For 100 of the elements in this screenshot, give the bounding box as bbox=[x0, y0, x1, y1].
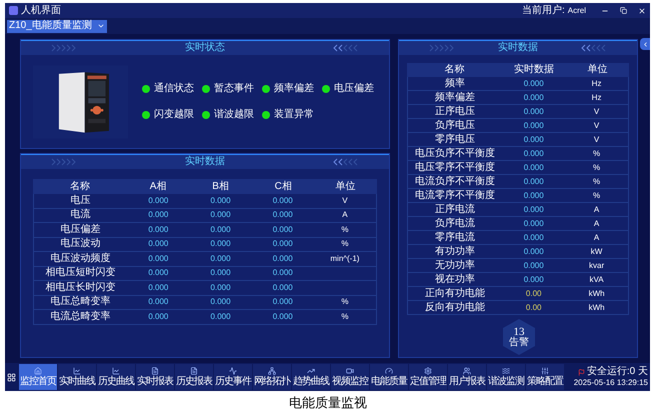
table-cell-text: 电压波动 bbox=[60, 239, 102, 250]
tab-icon bbox=[190, 367, 198, 375]
table-cell-text: 电流总畸变率 bbox=[50, 312, 112, 322]
table-cell-text: 频率 bbox=[444, 78, 466, 88]
tab-icon bbox=[268, 367, 276, 375]
column-header: 名称 bbox=[68, 182, 91, 192]
table-cell-text: 反向有功电能 bbox=[424, 302, 486, 312]
table-cell-text: 0.000 bbox=[272, 211, 294, 220]
table-cell-text: A bbox=[341, 211, 349, 220]
flag-icon bbox=[578, 368, 585, 376]
column-header: A相 bbox=[148, 182, 168, 192]
table-cell-text: % bbox=[592, 178, 602, 186]
status-label: 频率偏差 bbox=[274, 84, 314, 94]
taskbar-tab[interactable]: 实时曲线 bbox=[58, 364, 96, 390]
chevrons-right-icon bbox=[429, 44, 455, 52]
taskbar-tab[interactable]: 定值管理 bbox=[409, 364, 447, 390]
table-cell-text: V bbox=[592, 108, 600, 116]
table-cell-text: 电压偏差 bbox=[60, 224, 102, 235]
alarm-badge[interactable]: 13 告警 bbox=[503, 319, 535, 355]
chevrons-left-icon bbox=[333, 158, 359, 166]
collapse-button[interactable] bbox=[640, 38, 650, 50]
table-cell-text: Hz bbox=[590, 80, 602, 88]
table-cell-text: % bbox=[592, 150, 602, 158]
table-cell-text: 0.000 bbox=[210, 196, 232, 205]
column-header: 单位 bbox=[586, 65, 608, 75]
window-title: 人机界面 bbox=[21, 6, 61, 16]
table-cell-text: 0.000 bbox=[147, 226, 170, 234]
tab-icon bbox=[112, 367, 120, 375]
table-cell-text: 0.000 bbox=[210, 211, 232, 220]
column-header: 名称 bbox=[444, 65, 466, 75]
taskbar-tab[interactable]: 历史事件 bbox=[214, 364, 252, 390]
user-name: Acrel bbox=[568, 6, 586, 14]
table-cell-text: 0.000 bbox=[147, 211, 170, 220]
caret-icon bbox=[97, 22, 105, 30]
table-cell-text: 无功功率 bbox=[434, 260, 476, 270]
table-cell-text: 电压总畸变率 bbox=[50, 297, 112, 308]
table-cell-text: 相电压短时闪变 bbox=[44, 268, 117, 278]
table-cell-text: 0.000 bbox=[210, 312, 232, 321]
column-header: 单位 bbox=[334, 182, 357, 192]
column-header: C相 bbox=[274, 182, 293, 192]
table-cell-text: 0.000 bbox=[272, 196, 294, 205]
table-cell-text: V bbox=[592, 122, 600, 130]
table-cell-text: 0.000 bbox=[522, 164, 545, 172]
tab-icon bbox=[151, 367, 159, 375]
table-cell-text: A bbox=[592, 206, 600, 214]
taskbar-tab[interactable]: 历史报表 bbox=[175, 364, 213, 390]
status-label: 电压偏差 bbox=[334, 84, 374, 94]
taskbar-tab[interactable]: 实时报表 bbox=[136, 364, 174, 390]
taskbar-tab[interactable]: 电能质量 bbox=[370, 364, 408, 390]
table-cell-text: 相电压长时闪变 bbox=[44, 282, 117, 293]
table-cell-text: 0.000 bbox=[522, 220, 545, 228]
table-cell-text: 0.000 bbox=[522, 80, 545, 88]
device-dropdown[interactable]: Z10_电能质量监测 bbox=[7, 20, 107, 32]
table-cell-text: kVA bbox=[588, 276, 605, 284]
panel-title: 实时数据 bbox=[498, 43, 538, 53]
table-cell-text: 0.000 bbox=[522, 136, 545, 144]
table-cell-text: % bbox=[340, 240, 350, 248]
taskbar-tab[interactable]: 视频监控 bbox=[331, 364, 369, 390]
table-cell-text: 0.000 bbox=[272, 226, 294, 234]
table-cell-text: min^(-1) bbox=[329, 254, 360, 263]
table-cell-text: kvar bbox=[588, 262, 606, 270]
taskbar-tab[interactable]: 监控首页 bbox=[19, 364, 57, 390]
table-cell-text: 0.000 bbox=[522, 192, 545, 200]
table-cell-text: 0.000 bbox=[522, 276, 545, 284]
chevrons-right-icon bbox=[51, 44, 77, 52]
column-header: 实时数据 bbox=[512, 65, 555, 75]
close-icon[interactable] bbox=[638, 6, 646, 14]
table-cell-text: 正序电压 bbox=[434, 106, 476, 116]
table-cell-text: 0.000 bbox=[147, 196, 170, 205]
table-cell-text: 0.000 bbox=[210, 284, 232, 292]
table-cell-text: 0.000 bbox=[272, 312, 294, 321]
status-label: 闪变越限 bbox=[154, 110, 194, 120]
table-cell-text: 有功功率 bbox=[434, 246, 476, 256]
table-cell-text: 电压零序不平衡度 bbox=[414, 162, 496, 172]
restore-icon[interactable] bbox=[620, 7, 627, 14]
taskbar-tab[interactable]: 网络拓扑 bbox=[253, 364, 291, 390]
table-cell-text: 频率偏差 bbox=[434, 92, 476, 102]
tab-icon bbox=[502, 367, 510, 375]
table-cell-text: 0.000 bbox=[522, 206, 545, 214]
table-cell-text: kW bbox=[590, 248, 604, 256]
taskbar-tab[interactable]: 历史曲线 bbox=[97, 364, 135, 390]
table-cell-text: 电流负序不平衡度 bbox=[414, 176, 496, 186]
status-label: 装置异常 bbox=[274, 110, 314, 120]
taskbar-tab[interactable]: 策略配置 bbox=[526, 364, 564, 390]
table-cell-text: 0.000 bbox=[272, 269, 294, 278]
table-cell-text: 0.000 bbox=[272, 298, 294, 306]
status-label: 通信状态 bbox=[154, 84, 194, 94]
apps-icon[interactable] bbox=[7, 372, 16, 382]
table-cell-text: 0.000 bbox=[522, 248, 545, 256]
chevrons-left-icon bbox=[333, 44, 359, 52]
tab-icon bbox=[346, 367, 354, 375]
taskbar-tab[interactable]: 谐波监测 bbox=[487, 364, 525, 390]
taskbar-tab[interactable]: 用户报表 bbox=[448, 364, 486, 390]
taskbar-tab[interactable]: 趋势曲线 bbox=[292, 364, 330, 390]
table-cell-text: 零序电流 bbox=[434, 232, 476, 242]
table-cell-text: 电流零序不平衡度 bbox=[414, 190, 496, 200]
caption: 电能质量监视 bbox=[289, 396, 367, 408]
table-cell-text: 0.000 bbox=[210, 254, 232, 263]
safe-days: 安全运行:0 天 bbox=[586, 367, 648, 377]
table-cell-text: Hz bbox=[590, 94, 602, 102]
